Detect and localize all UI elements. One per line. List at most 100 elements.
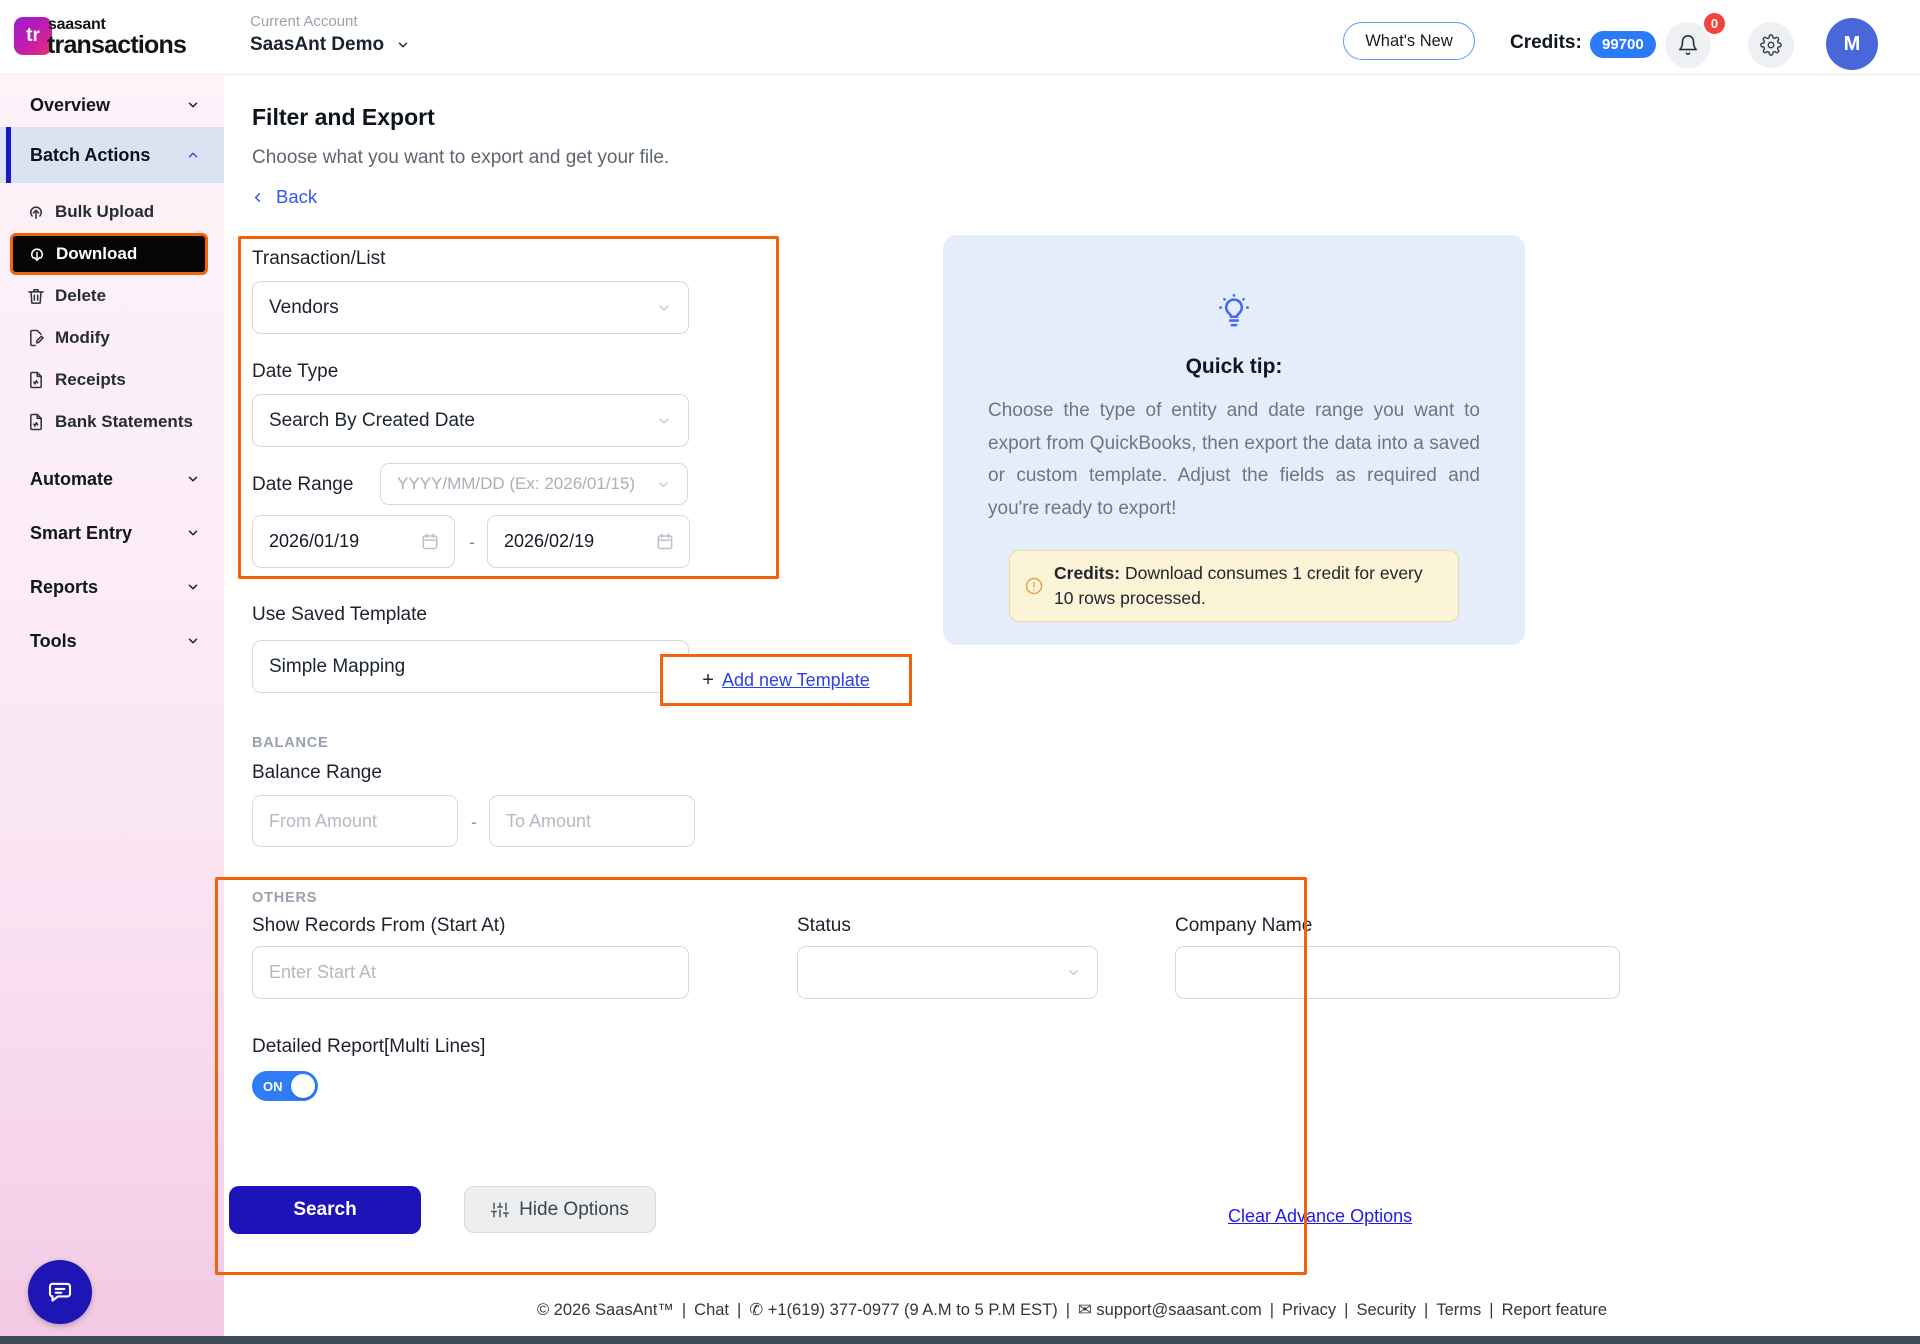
sidebar-label: Smart Entry	[30, 523, 132, 544]
saved-template-label: Use Saved Template	[252, 604, 427, 626]
hide-options-label: Hide Options	[519, 1199, 629, 1221]
footer-chat-link[interactable]: Chat	[694, 1301, 729, 1319]
sidebar-item-reports[interactable]: Reports	[0, 565, 224, 609]
chevron-down-icon	[186, 580, 200, 594]
sidebar-item-download[interactable]: Download	[0, 233, 224, 275]
sidebar-item-modify[interactable]: Modify	[0, 317, 224, 359]
sidebar-label: Automate	[30, 469, 113, 490]
chevron-down-icon	[656, 300, 672, 316]
chevron-down-icon	[1066, 965, 1081, 980]
sidebar-label: Batch Actions	[30, 145, 150, 166]
date-type-value: Search By Created Date	[269, 410, 475, 432]
download-cloud-icon	[27, 244, 47, 264]
transaction-list-label: Transaction/List	[252, 248, 385, 270]
transaction-list-select[interactable]: Vendors	[252, 281, 689, 334]
balance-to-input[interactable]	[489, 795, 695, 847]
balance-range-label: Balance Range	[252, 762, 382, 784]
credits-label: Credits:	[1510, 32, 1582, 54]
footer-email-link[interactable]: ✉ support@saasant.com	[1078, 1301, 1262, 1319]
company-name-input[interactable]	[1175, 946, 1620, 999]
active-indicator	[6, 127, 11, 183]
whats-new-button[interactable]: What's New	[1343, 22, 1475, 60]
footer-separator: |	[1270, 1301, 1274, 1319]
company-name-label: Company Name	[1175, 915, 1312, 937]
sidebar-item-delete[interactable]: Delete	[0, 275, 224, 317]
saved-template-select[interactable]: Simple Mapping	[252, 640, 689, 693]
sidebar-item-automate[interactable]: Automate	[0, 457, 224, 501]
footer: © 2026 SaasAnt™ | Chat | ✆ +1(619) 377-0977 …	[224, 1300, 1920, 1320]
balance-from-input[interactable]	[252, 795, 458, 847]
footer-phone[interactable]: ✆ +1(619) 377-0977 (9 A.M to 5 P.M EST)	[749, 1301, 1057, 1319]
sidebar-item-overview[interactable]: Overview	[0, 83, 224, 127]
document-icon	[26, 370, 46, 390]
sliders-icon	[491, 1201, 509, 1219]
toggle-on-label: ON	[263, 1079, 283, 1094]
credits-note: Credits: Download consumes 1 credit for …	[1009, 550, 1459, 623]
user-avatar[interactable]: M	[1826, 18, 1878, 70]
account-switcher[interactable]: SaasAnt Demo	[250, 34, 410, 56]
footer-separator: |	[1424, 1301, 1428, 1319]
bottom-bar	[0, 1336, 1920, 1344]
sidebar-label: Overview	[30, 95, 110, 116]
start-at-label: Show Records From (Start At)	[252, 915, 505, 937]
footer-security-link[interactable]: Security	[1356, 1301, 1416, 1319]
clear-advance-options-link[interactable]: Clear Advance Options	[1228, 1206, 1412, 1227]
footer-separator: |	[1489, 1301, 1493, 1319]
chevron-left-icon	[250, 190, 265, 205]
sidebar-item-receipts[interactable]: Receipts	[0, 359, 224, 401]
quick-tip-panel: Quick tip: Choose the type of entity and…	[943, 235, 1525, 645]
chevron-down-icon	[656, 477, 671, 492]
footer-copyright: © 2026 SaasAnt™	[537, 1301, 674, 1319]
footer-separator: |	[1066, 1301, 1070, 1319]
quick-tip-body: Choose the type of entity and date range…	[988, 395, 1480, 526]
back-label: Back	[276, 186, 317, 208]
others-section-label: OTHERS	[252, 890, 317, 906]
settings-button[interactable]	[1748, 22, 1794, 68]
top-header: tr saasant transactions Current Account …	[0, 0, 1920, 75]
sidebar-label: Modify	[55, 328, 110, 348]
sidebar-item-batch-actions[interactable]: Batch Actions	[0, 127, 224, 183]
date-type-label: Date Type	[252, 361, 338, 383]
credits-badge: 99700	[1590, 31, 1656, 58]
balance-section-label: BALANCE	[252, 735, 329, 751]
info-icon	[1024, 576, 1044, 596]
add-template-label: Add new Template	[722, 670, 870, 691]
notification-count-badge: 0	[1702, 11, 1727, 36]
sidebar-label: Download	[56, 244, 137, 264]
chat-fab-button[interactable]	[28, 1260, 92, 1324]
sidebar-item-tools[interactable]: Tools	[0, 619, 224, 663]
footer-privacy-link[interactable]: Privacy	[1282, 1301, 1336, 1319]
hide-options-button[interactable]: Hide Options	[464, 1186, 656, 1233]
toggle-knob	[291, 1074, 315, 1098]
download-selected-pill[interactable]: Download	[10, 233, 208, 275]
chevron-down-icon	[186, 98, 200, 112]
add-new-template-button[interactable]: + Add new Template	[660, 654, 912, 706]
chevron-down-icon	[656, 413, 672, 429]
bell-icon	[1677, 34, 1699, 56]
balance-separator: -	[471, 812, 477, 833]
sidebar-item-bank-statements[interactable]: Bank Statements	[0, 401, 224, 443]
file-edit-icon	[26, 328, 46, 348]
detailed-report-label: Detailed Report[Multi Lines]	[252, 1036, 485, 1058]
search-button[interactable]: Search	[229, 1186, 421, 1234]
sidebar-item-bulk-upload[interactable]: Bulk Upload	[0, 191, 224, 233]
sidebar-label: Receipts	[55, 370, 126, 390]
back-link[interactable]: Back	[250, 186, 317, 208]
footer-report-feature-link[interactable]: Report feature	[1502, 1301, 1607, 1319]
sidebar-item-smart-entry[interactable]: Smart Entry	[0, 511, 224, 555]
chevron-up-icon	[186, 148, 200, 162]
sidebar-label: Tools	[30, 631, 77, 652]
date-type-select[interactable]: Search By Created Date	[252, 394, 689, 447]
footer-terms-link[interactable]: Terms	[1436, 1301, 1481, 1319]
status-select[interactable]	[797, 946, 1098, 999]
start-at-input[interactable]	[252, 946, 689, 999]
sidebar-label: Bulk Upload	[55, 202, 154, 222]
trash-icon	[26, 286, 46, 306]
current-account-label: Current Account	[250, 13, 358, 30]
gear-icon	[1760, 34, 1782, 56]
footer-separator: |	[1344, 1301, 1348, 1319]
detailed-report-toggle[interactable]: ON	[252, 1071, 318, 1101]
date-range-preset-select[interactable]: YYYY/MM/DD (Ex: 2026/01/15)	[380, 463, 688, 505]
date-to-input[interactable]	[487, 515, 690, 568]
date-from-input[interactable]	[252, 515, 455, 568]
